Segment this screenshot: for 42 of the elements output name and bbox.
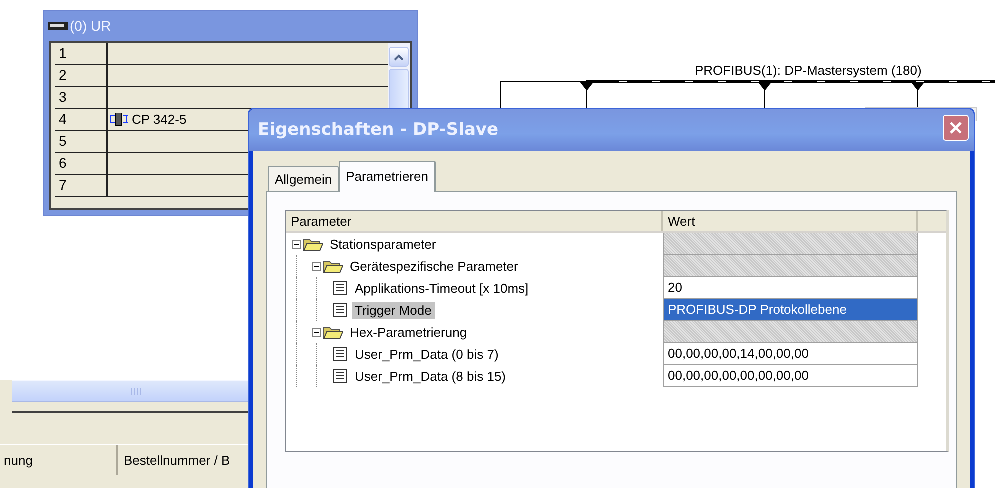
column-header[interactable]: Wert [663, 211, 918, 231]
folder-icon [303, 236, 323, 252]
chevron-up-icon[interactable] [394, 54, 404, 60]
document-icon [332, 346, 348, 362]
dialog-title: Eigenschaften - DP-Slave [258, 120, 499, 140]
parameter-name[interactable]: Hex-Parametrierung [347, 324, 470, 340]
parameter-name[interactable]: Applikations-Timeout [x 10ms] [352, 280, 532, 296]
value-cell[interactable]: 00,00,00,00,00,00,00,00 [663, 365, 918, 387]
folder-icon [323, 258, 343, 274]
module-name[interactable]: CP 342-5 [132, 112, 187, 127]
module-icon [110, 113, 128, 126]
tab[interactable]: Parametrieren [339, 161, 436, 192]
slot-number: 3 [55, 87, 108, 108]
tab[interactable]: Allgemein [268, 166, 340, 191]
parameter-name[interactable]: User_Prm_Data (0 bis 7) [352, 346, 502, 362]
slot-number: 7 [55, 175, 108, 196]
collapse-icon[interactable] [312, 262, 321, 270]
rack-icon [48, 20, 68, 32]
value-cell[interactable]: PROFIBUS-DP Protokollebene [663, 299, 918, 321]
column-header[interactable]: nung [0, 445, 118, 475]
column-header[interactable]: Parameter [286, 211, 663, 231]
parameter-name[interactable]: Stationsparameter [327, 236, 440, 252]
document-icon [332, 302, 348, 318]
value-cell[interactable]: 00,00,00,00,14,00,00,00 [663, 343, 918, 365]
document-icon [332, 368, 348, 384]
close-button[interactable] [943, 115, 969, 141]
collapse-icon[interactable] [312, 328, 321, 336]
parameter-name[interactable]: Gerätespezifische Parameter [347, 258, 522, 274]
slot-number: 2 [55, 65, 108, 86]
collapse-icon[interactable] [292, 240, 301, 248]
parameter-name[interactable]: Trigger Mode [352, 302, 435, 318]
slot-number: 4 [55, 109, 108, 130]
bus-label: PROFIBUS(1): DP-Mastersystem (180) [695, 63, 922, 78]
column-header[interactable]: Bestellnummer / B [118, 445, 230, 475]
slot-number: 1 [55, 43, 108, 64]
window-title: (0) UR [70, 18, 112, 34]
document-icon [332, 280, 348, 296]
close-icon[interactable] [949, 121, 963, 135]
parameter-name[interactable]: User_Prm_Data (8 bis 15) [352, 368, 509, 384]
slot-number: 5 [55, 131, 108, 152]
folder-icon [323, 324, 343, 340]
slot-number: 6 [55, 153, 108, 174]
